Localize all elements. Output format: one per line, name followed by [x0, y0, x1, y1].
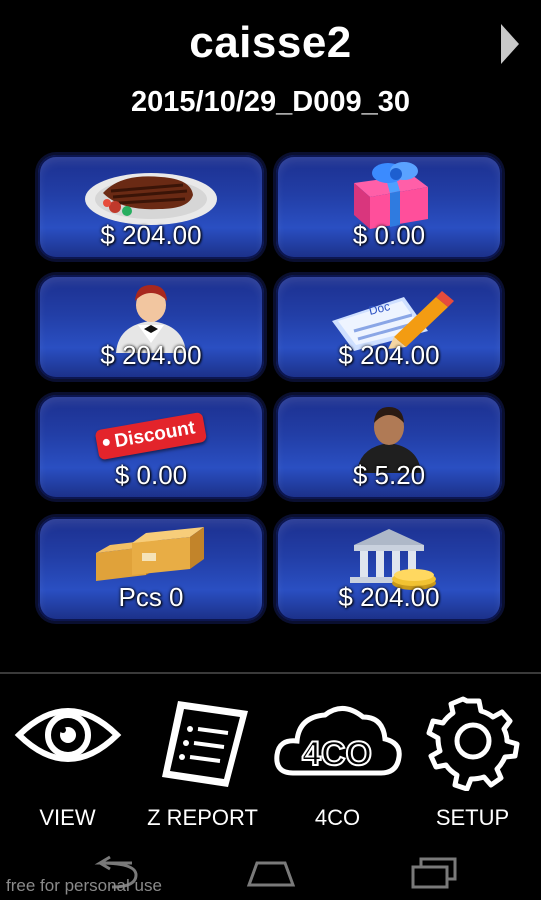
page-title: caisse2	[189, 18, 352, 67]
setup-label: SETUP	[435, 805, 510, 830]
header: caisse2 2015/10/29_D009_30	[0, 0, 541, 140]
tile-discount[interactable]: Discount $ 0.00	[38, 395, 264, 499]
z-report-label: Z REPORT	[147, 805, 258, 830]
discount-tag-icon: Discount	[94, 411, 208, 461]
cloud-4co-icon: 4CO	[273, 706, 402, 776]
tile-gifts-value: $ 0.00	[352, 220, 426, 250]
triangle-right-icon[interactable]	[501, 24, 519, 64]
watermark-text: free for personal use	[6, 876, 162, 895]
recent-apps-icon[interactable]	[405, 855, 461, 891]
tile-pieces-value: Pcs 0	[118, 582, 184, 612]
receipt-icon	[161, 701, 248, 787]
tile-gifts[interactable]: $ 0.00	[276, 155, 502, 259]
tile-customer[interactable]: $ 5.20	[276, 395, 502, 499]
tile-documents[interactable]: Doc $ 204.00	[276, 275, 502, 379]
discount-tag-text: Discount	[113, 417, 197, 453]
session-id: 2015/10/29_D009_30	[131, 86, 410, 118]
z-report-button[interactable]: Z REPORT	[135, 695, 270, 840]
home-icon[interactable]	[243, 855, 299, 891]
4co-label: 4CO	[314, 805, 361, 830]
steak-plate-icon	[85, 173, 217, 225]
view-button[interactable]: VIEW	[0, 695, 135, 840]
boxes-icon	[96, 527, 204, 581]
tile-bank-value: $ 204.00	[338, 582, 440, 612]
tile-waiter-value: $ 204.00	[100, 340, 202, 370]
4co-button[interactable]: 4CO 4CO	[270, 695, 405, 840]
tile-discount-value: $ 0.00	[114, 460, 188, 490]
tile-waiter[interactable]: $ 204.00	[38, 275, 264, 379]
setup-button[interactable]: SETUP	[405, 695, 540, 840]
tile-documents-value: $ 204.00	[338, 340, 440, 370]
tile-customer-value: $ 5.20	[352, 460, 426, 490]
tile-sales-value: $ 204.00	[100, 220, 202, 250]
eye-icon	[14, 708, 121, 762]
tile-bank[interactable]: $ 204.00	[276, 517, 502, 621]
4co-icon-text: 4CO	[302, 735, 372, 773]
tile-sales[interactable]: $ 204.00	[38, 155, 264, 259]
view-label: VIEW	[39, 805, 96, 830]
divider	[0, 672, 541, 674]
tile-pieces[interactable]: Pcs 0	[38, 517, 264, 621]
gear-icon	[426, 696, 519, 791]
